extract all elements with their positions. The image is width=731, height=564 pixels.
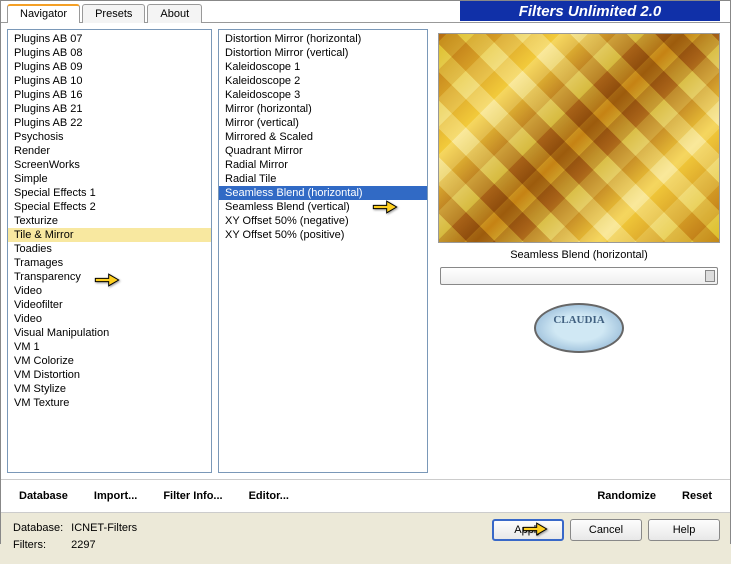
category-item[interactable]: Plugins AB 22 [8,116,211,130]
reset-button[interactable]: Reset [674,486,720,506]
preview-image [438,33,720,243]
help-button[interactable]: Help [648,519,720,541]
category-item[interactable]: Plugins AB 09 [8,60,211,74]
category-item[interactable]: VM Distortion [8,368,211,382]
category-item[interactable]: Render [8,144,211,158]
category-item[interactable]: Transparency [8,270,211,284]
import-button[interactable]: Import... [86,486,145,506]
filter-item[interactable]: Radial Mirror [219,158,427,172]
tab-presets[interactable]: Presets [82,4,145,23]
filter-item[interactable]: Radial Tile [219,172,427,186]
status-info: Database:ICNET-Filters Filters:2297 [11,519,139,555]
tab-navigator[interactable]: Navigator [7,4,80,23]
category-item[interactable]: ScreenWorks [8,158,211,172]
category-item[interactable]: Toadies [8,242,211,256]
category-item[interactable]: Plugins AB 16 [8,88,211,102]
tab-bar: NavigatorPresetsAbout [7,3,204,22]
filter-item[interactable]: Mirror (vertical) [219,116,427,130]
category-item[interactable]: Visual Manipulation [8,326,211,340]
filter-list[interactable]: Distortion Mirror (horizontal)Distortion… [218,29,428,473]
category-item[interactable]: Special Effects 2 [8,200,211,214]
logo: CLAUDIA [438,293,720,363]
filter-item[interactable]: Seamless Blend (vertical) [219,200,427,214]
filter-item[interactable]: Distortion Mirror (horizontal) [219,32,427,46]
filter-item[interactable]: Mirror (horizontal) [219,102,427,116]
apply-button[interactable]: Apply [492,519,564,541]
category-item[interactable]: VM Stylize [8,382,211,396]
toolbar: Database Import... Filter Info... Editor… [1,479,730,512]
category-item[interactable]: Tile & Mirror [8,228,211,242]
category-list[interactable]: Plugins AB 07Plugins AB 08Plugins AB 09P… [7,29,212,473]
randomize-button[interactable]: Randomize [589,486,664,506]
category-item[interactable]: Simple [8,172,211,186]
category-item[interactable]: Plugins AB 08 [8,46,211,60]
filter-item[interactable]: XY Offset 50% (positive) [219,228,427,242]
filter-item[interactable]: Kaleidoscope 1 [219,60,427,74]
category-item[interactable]: VM Colorize [8,354,211,368]
filter-item[interactable]: XY Offset 50% (negative) [219,214,427,228]
filter-info-button[interactable]: Filter Info... [155,486,230,506]
category-item[interactable]: Plugins AB 07 [8,32,211,46]
param-slider[interactable] [440,267,718,285]
app-title: Filters Unlimited 2.0 [460,1,720,21]
category-item[interactable]: Video [8,284,211,298]
filter-item[interactable]: Kaleidoscope 3 [219,88,427,102]
category-item[interactable]: Tramages [8,256,211,270]
filter-item[interactable]: Mirrored & Scaled [219,130,427,144]
category-item[interactable]: Special Effects 1 [8,186,211,200]
category-item[interactable]: Videofilter [8,298,211,312]
category-item[interactable]: Texturize [8,214,211,228]
database-button[interactable]: Database [11,486,76,506]
filter-item[interactable]: Distortion Mirror (vertical) [219,46,427,60]
filter-item[interactable]: Kaleidoscope 2 [219,74,427,88]
category-item[interactable]: Video [8,312,211,326]
cancel-button[interactable]: Cancel [570,519,642,541]
category-item[interactable]: VM Texture [8,396,211,410]
category-item[interactable]: VM 1 [8,340,211,354]
tab-about[interactable]: About [147,4,202,23]
editor-button[interactable]: Editor... [241,486,297,506]
category-item[interactable]: Plugins AB 10 [8,74,211,88]
filter-item[interactable]: Quadrant Mirror [219,144,427,158]
category-item[interactable]: Plugins AB 21 [8,102,211,116]
category-item[interactable]: Psychosis [8,130,211,144]
preview-label: Seamless Blend (horizontal) [438,243,720,265]
filter-item[interactable]: Seamless Blend (horizontal) [219,186,427,200]
preview-panel: Seamless Blend (horizontal) CLAUDIA [434,29,724,473]
